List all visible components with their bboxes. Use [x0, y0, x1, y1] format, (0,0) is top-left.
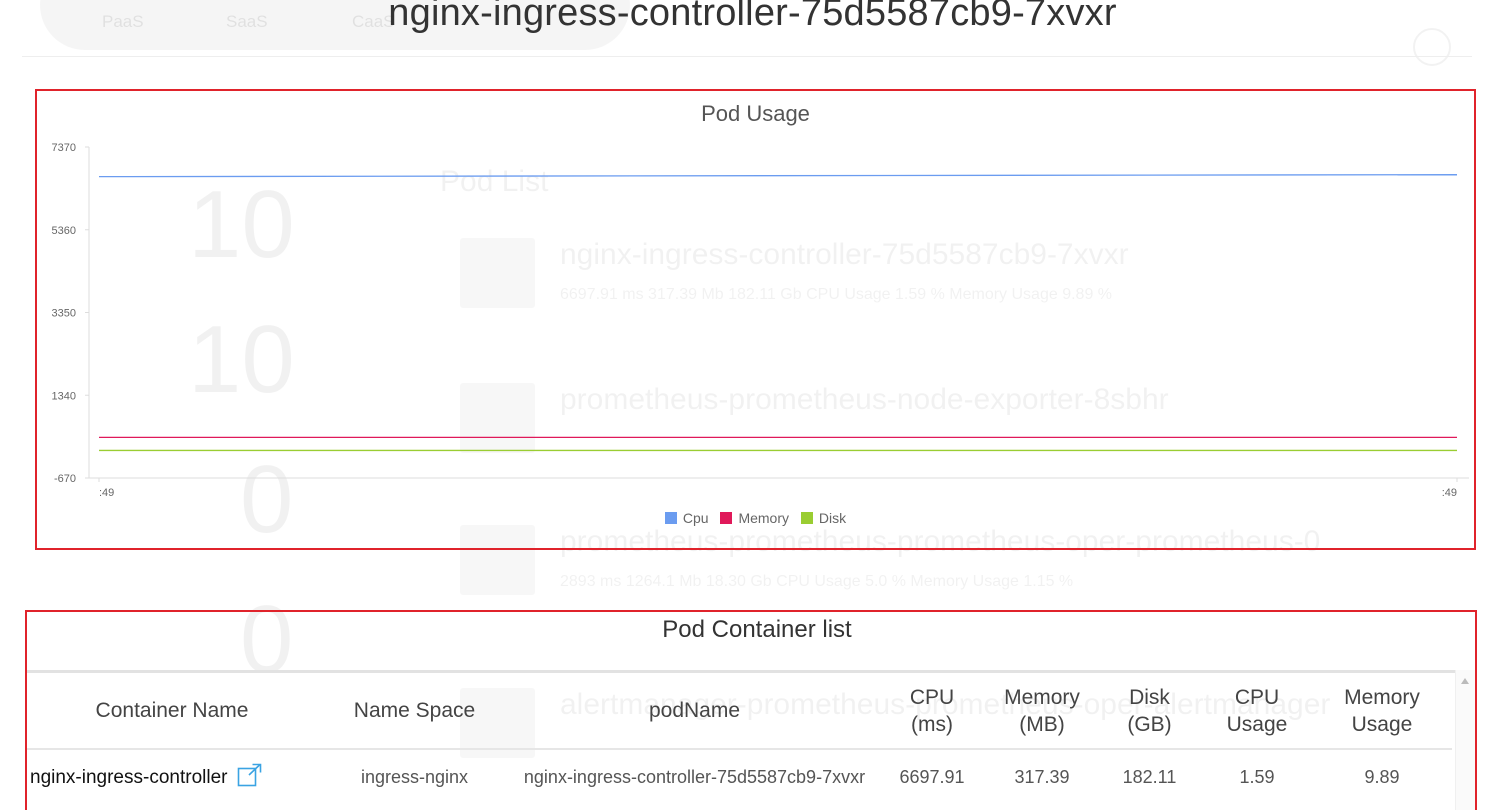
cell-memory: 317.39 [1014, 767, 1070, 787]
header-label: Memory [1004, 685, 1080, 709]
background-pod-meta: 2893 ms 1264.1 Mb 18.30 Gb CPU Usage 5.0… [560, 573, 1074, 590]
cell-name-space: ingress-nginx [360, 767, 469, 787]
pod-container-list-panel: Pod Container list Container Name Name S… [25, 610, 1477, 810]
header-label: Container Name [95, 699, 249, 722]
chart-legend: Cpu Memory Disk [37, 510, 1474, 526]
container-table-wrap: Container Name Name Space podName CPU (ms… [27, 670, 1457, 810]
header-cpu[interactable]: CPU (ms) [877, 673, 987, 750]
cell-cpu-usage: 1.59 [1239, 767, 1275, 787]
header-unit: Usage [1226, 712, 1288, 736]
header-unit: (MB) [1019, 712, 1065, 736]
header-label: podName [648, 699, 741, 722]
cell-memory-usage: 9.89 [1364, 767, 1400, 787]
header-memory[interactable]: Memory (MB) [987, 673, 1097, 750]
legend-label-cpu: Cpu [682, 510, 709, 526]
container-name-text: nginx-ingress-controller [30, 766, 228, 788]
legend-item-memory[interactable]: Memory [720, 510, 789, 526]
header-unit: (GB) [1127, 712, 1172, 736]
legend-swatch-disk [800, 512, 813, 524]
cell-disk: 182.11 [1122, 767, 1177, 787]
external-link-icon[interactable] [237, 763, 263, 793]
y-tick-label: 3350 [52, 308, 76, 320]
cell-container-name: nginx-ingress-controller [27, 749, 317, 805]
header-label: Disk [1129, 685, 1170, 709]
x-tick-label: :49 [1442, 487, 1457, 499]
cell-pod-name: nginx-ingress-controller-75d5587cb9-7xvx… [523, 767, 866, 787]
table-scrollbar[interactable] [1455, 670, 1475, 810]
legend-swatch-memory [720, 512, 733, 524]
header-label: CPU [909, 685, 955, 709]
page: PaaS SaaS CaaS Pod List 10 10 0 0 nginx-… [0, 0, 1485, 810]
header-label: Memory [1344, 685, 1420, 709]
page-title: nginx-ingress-controller-75d5587cb9-7xvx… [388, 0, 1117, 34]
header-disk[interactable]: Disk (GB) [1097, 673, 1202, 750]
y-tick-label: -670 [54, 473, 76, 485]
header-name-space[interactable]: Name Space [317, 673, 512, 750]
header-unit: (ms) [911, 712, 953, 736]
table-row[interactable]: nginx-ingress-controller ingress-nginx n… [27, 749, 1452, 805]
header-unit: Usage [1351, 712, 1413, 736]
legend-swatch-cpu [664, 512, 677, 524]
cell-cpu: 6697.91 [899, 767, 965, 787]
x-tick-label: :49 [99, 487, 114, 499]
legend-label-disk: Disk [818, 510, 847, 526]
legend-item-disk[interactable]: Disk [800, 510, 847, 526]
series-line-cpu [98, 174, 1458, 178]
header-memory-usage[interactable]: Memory Usage [1312, 673, 1452, 750]
header-divider [22, 56, 1472, 57]
scroll-up-icon[interactable] [1461, 678, 1469, 684]
container-table: Container Name Name Space podName CPU (ms… [27, 673, 1452, 805]
legend-label-memory: Memory [738, 510, 789, 526]
legend-item-cpu[interactable]: Cpu [664, 510, 709, 526]
y-tick-label: 7370 [52, 142, 76, 154]
y-tick-label: 5360 [52, 225, 76, 237]
pod-usage-chart: 7370 5360 3350 1340 -670 :49 :49 [52, 142, 1469, 499]
table-header-row: Container Name Name Space podName CPU (ms… [27, 673, 1452, 750]
header-label: Name Space [353, 699, 476, 722]
header-cpu-usage[interactable]: CPU Usage [1202, 673, 1312, 750]
header-label: CPU [1234, 685, 1280, 709]
header-pod-name[interactable]: podName [512, 673, 877, 750]
y-tick-label: 1340 [52, 390, 76, 402]
header-container-name[interactable]: Container Name [27, 673, 317, 750]
pod-usage-chart-panel: Pod Usage 7370 5360 3350 1340 -670:49:49 Cpu… [35, 89, 1476, 550]
table-title: Pod Container list [662, 616, 852, 643]
